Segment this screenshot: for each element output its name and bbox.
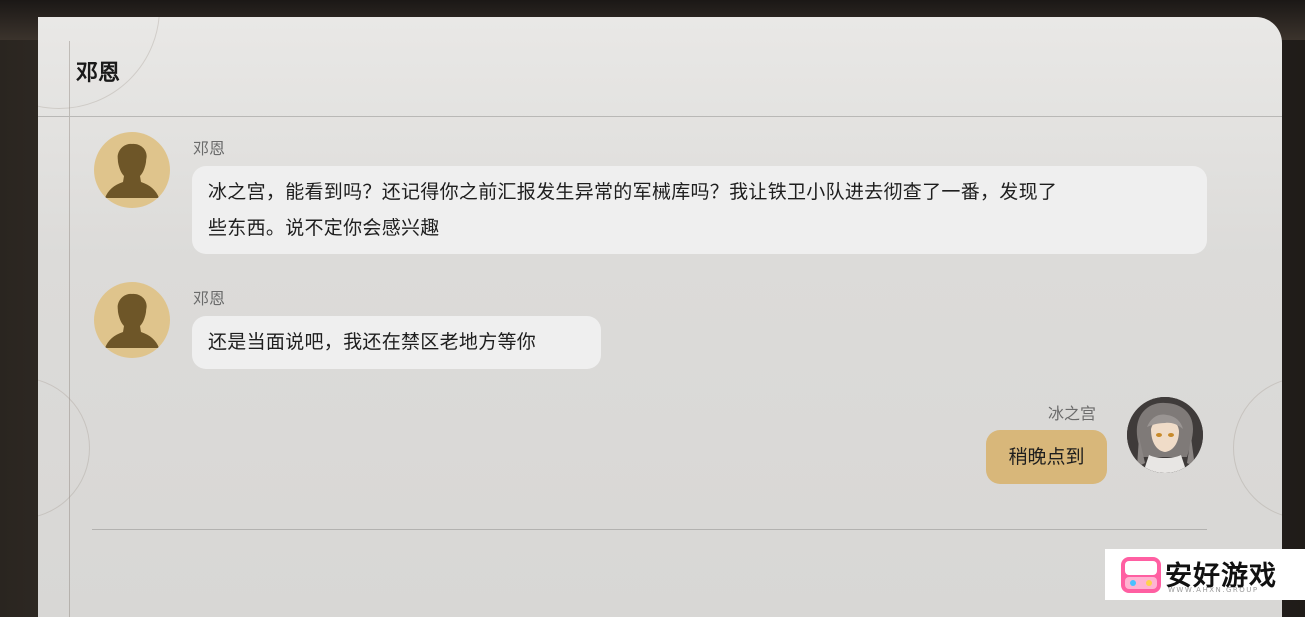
message-text: 还是当面说吧，我还在禁区老地方等你 (208, 331, 537, 353)
message-bubble: 还是当面说吧，我还在禁区老地方等你 (192, 316, 601, 369)
watermark: 安好游戏 WWW.AHXN.GROUP (1105, 549, 1305, 600)
contact-avatar[interactable] (94, 132, 170, 208)
silhouette-icon (105, 293, 159, 348)
contact-avatar[interactable] (94, 282, 170, 358)
character-portrait-icon (1127, 397, 1203, 473)
message-text-line: 冰之宫，能看到吗？还记得你之前汇报发生异常的军械库吗？我让铁卫小队进去彻查了一番… (208, 181, 1058, 203)
silhouette-icon (105, 143, 159, 198)
decor-line (69, 41, 70, 617)
message-bubble: 冰之宫，能看到吗？还记得你之前汇报发生异常的军械库吗？我让铁卫小队进去彻查了一番… (192, 166, 1207, 254)
decor-arc-left (38, 377, 90, 519)
chat-title: 邓恩 (76, 61, 121, 86)
header-divider (38, 116, 1282, 117)
input-divider (92, 529, 1207, 530)
gamepad-logo-icon (1121, 557, 1161, 593)
message-text-line: 些东西。说不定你会感兴趣 (208, 217, 440, 239)
sender-name: 邓恩 (193, 289, 226, 308)
sender-name: 邓恩 (193, 139, 226, 158)
self-avatar[interactable] (1127, 397, 1203, 473)
decor-arc-right (1233, 377, 1282, 519)
watermark-sub: WWW.AHXN.GROUP (1168, 586, 1259, 594)
message-bubble-self: 稍晚点到 (986, 430, 1107, 484)
sender-name-self: 冰之宫 (1048, 404, 1097, 423)
chat-panel: 邓恩 邓恩 冰之宫，能看到吗？还记得你之前汇报发生异常的军械库吗？我让铁卫小队进… (38, 17, 1282, 617)
